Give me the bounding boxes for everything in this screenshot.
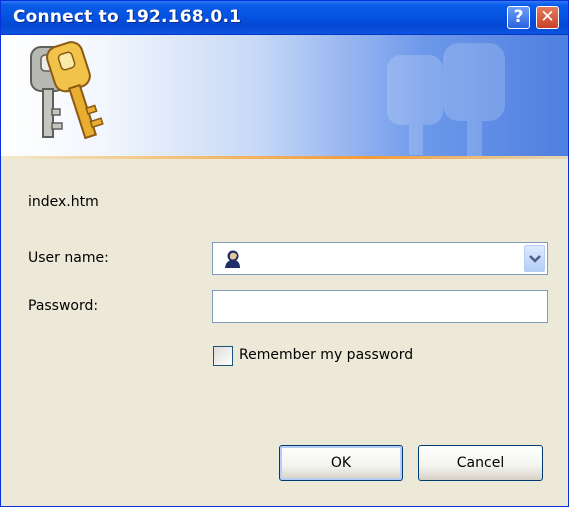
password-field[interactable] (212, 290, 548, 323)
ok-button[interactable]: OK (279, 445, 403, 481)
close-icon: ✕ (540, 7, 555, 27)
username-label: User name: (28, 250, 109, 266)
help-icon: ? (513, 7, 524, 27)
user-icon (225, 250, 240, 268)
window-title: Connect to 192.168.0.1 (13, 7, 242, 27)
remember-password-label[interactable]: Remember my password (239, 347, 413, 363)
banner (1, 35, 568, 156)
username-dropdown-button[interactable] (524, 245, 545, 272)
remember-password-checkbox[interactable] (213, 346, 233, 366)
chevron-down-icon (529, 255, 541, 263)
cancel-button[interactable]: Cancel (418, 445, 543, 481)
login-dialog: Connect to 192.168.0.1 ? ✕ index.htm Use… (0, 0, 569, 507)
help-button[interactable]: ? (507, 6, 530, 29)
password-label: Password: (28, 298, 99, 314)
close-button[interactable]: ✕ (536, 6, 559, 29)
banner-divider (1, 156, 568, 159)
keys-icon (30, 41, 104, 140)
username-combobox[interactable] (212, 242, 548, 275)
realm-text: index.htm (28, 194, 99, 210)
title-bar[interactable]: Connect to 192.168.0.1 ? ✕ (1, 1, 568, 35)
